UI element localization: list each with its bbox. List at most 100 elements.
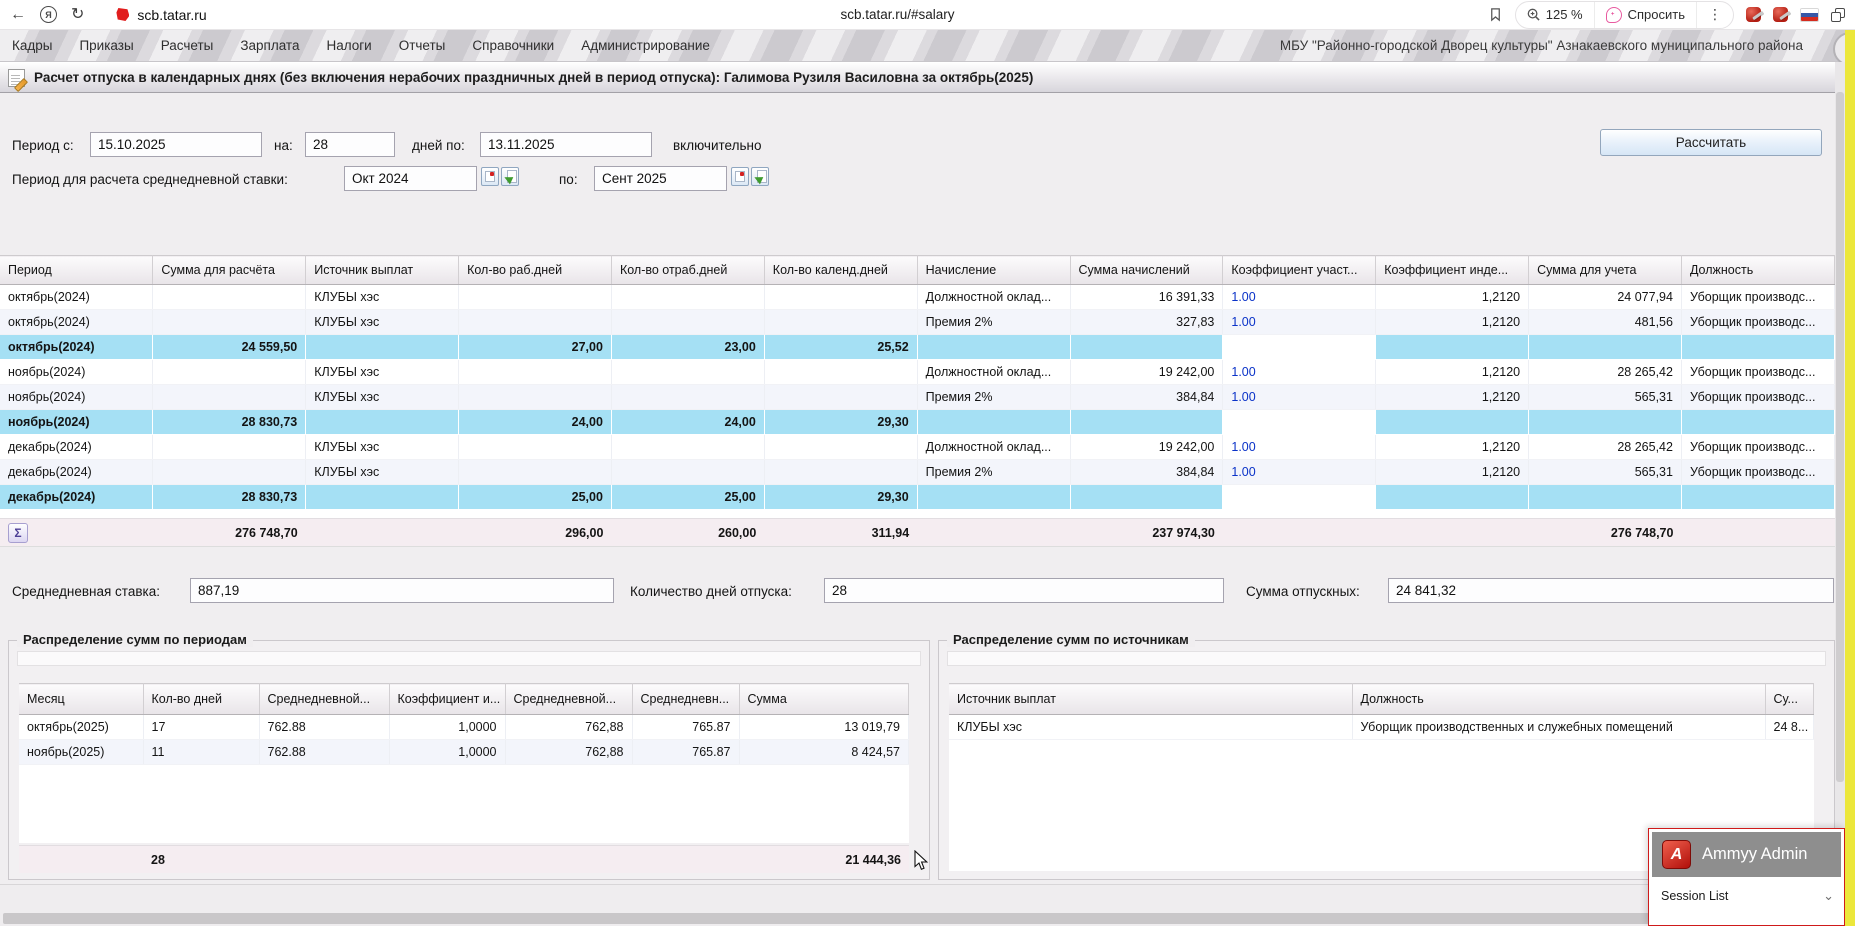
menu-item-prikazy[interactable]: Приказы <box>79 38 133 53</box>
period-from-input[interactable] <box>90 132 262 157</box>
table-cell <box>153 360 306 385</box>
column-header[interactable]: Среднедневной... <box>505 684 632 715</box>
vacation-days-input[interactable] <box>824 578 1224 603</box>
column-header[interactable]: Коэффициент участ... <box>1223 256 1376 285</box>
table-row[interactable]: ноябрь(2024)КЛУБЫ хэсПремия 2%384,841.00… <box>0 385 1835 410</box>
address-chip[interactable]: scb.tatar.ru <box>116 7 206 23</box>
column-header[interactable]: Кол-во дней <box>143 684 259 715</box>
menu-item-zarplata[interactable]: Зарплата <box>240 38 299 53</box>
column-header[interactable]: Источник выплат <box>949 684 1352 715</box>
column-header[interactable]: Кол-во отраб.дней <box>611 256 764 285</box>
column-header[interactable]: Среднедневной... <box>259 684 389 715</box>
table-cell: Премия 2% <box>917 385 1070 410</box>
table-row[interactable]: КЛУБЫ хэсУборщик производственных и служ… <box>949 715 1814 740</box>
inclusive-label: включительно <box>673 138 761 153</box>
column-header[interactable]: Кол-во календ.дней <box>764 256 917 285</box>
table-cell <box>611 385 764 410</box>
vertical-scrollbar[interactable] <box>1835 62 1845 926</box>
sum-sigma-button[interactable]: Σ <box>8 523 28 543</box>
period-to-input[interactable] <box>480 132 652 157</box>
menu-item-nalogi[interactable]: Налоги <box>326 38 371 53</box>
calendar-icon-2[interactable] <box>731 167 749 186</box>
table-row[interactable]: декабрь(2024)28 830,7325,0025,0029,30 <box>0 485 1835 510</box>
column-header[interactable]: Источник выплат <box>306 256 459 285</box>
document-title-bar: Расчет отпуска в календарных днях (без в… <box>0 62 1855 93</box>
table-row[interactable]: ноябрь(2025)11762.881,0000762,88765.878 … <box>19 740 909 765</box>
column-header[interactable]: Среднедневн... <box>632 684 739 715</box>
days-count-input[interactable] <box>305 132 395 157</box>
table-row[interactable]: октябрь(2025)17762.881,0000762,88765.871… <box>19 715 909 740</box>
extension-seal-icon-2[interactable] <box>1773 7 1788 22</box>
column-header[interactable]: Сумма для расчёта <box>153 256 306 285</box>
table-cell: 28 830,73 <box>153 485 306 510</box>
back-icon[interactable]: ← <box>10 7 26 23</box>
menu-item-kadry[interactable]: Кадры <box>12 38 52 53</box>
column-header[interactable]: Месяц <box>19 684 143 715</box>
ammyy-logo-icon: A <box>1662 840 1691 869</box>
avg-from-input[interactable] <box>344 166 477 191</box>
column-header[interactable]: Сумма для учета <box>1529 256 1682 285</box>
ask-alice-button[interactable]: Спросить <box>1594 2 1696 28</box>
table-row[interactable]: октябрь(2024)КЛУБЫ хэсДолжностной оклад.… <box>0 285 1835 310</box>
menu-item-administrirovanie[interactable]: Администрирование <box>581 38 710 53</box>
column-header[interactable]: Сумма начислений <box>1070 256 1223 285</box>
zoom-level-button[interactable]: 125 % <box>1516 2 1594 28</box>
table-row[interactable]: декабрь(2024)КЛУБЫ хэсДолжностной оклад.… <box>0 435 1835 460</box>
table-cell: КЛУБЫ хэс <box>306 435 459 460</box>
column-header[interactable]: Начисление <box>917 256 1070 285</box>
table-row[interactable]: октябрь(2024)24 559,5027,0023,0025,52 <box>0 335 1835 360</box>
table-cell <box>306 410 459 435</box>
table-row[interactable]: октябрь(2024)КЛУБЫ хэсПремия 2%327,831.0… <box>0 310 1835 335</box>
vertical-scrollbar-thumb[interactable] <box>1836 92 1844 782</box>
table-cell: октябрь(2024) <box>0 285 153 310</box>
alice-sparkle-icon <box>1606 7 1622 23</box>
column-header[interactable]: Сумма <box>739 684 909 715</box>
column-header[interactable]: Должность <box>1352 684 1765 715</box>
menu-item-raschety[interactable]: Расчеты <box>161 38 214 53</box>
horizontal-scrollbar[interactable] <box>3 913 1833 924</box>
na-label: на: <box>274 138 293 153</box>
reload-icon[interactable]: ↻ <box>71 7 84 23</box>
column-header[interactable]: Коэффициент инде... <box>1376 256 1529 285</box>
sources-panel-inset <box>947 651 1826 666</box>
table-cell: 19 242,00 <box>1070 360 1223 385</box>
table-cell: 296,00 <box>459 519 612 547</box>
table-cell: КЛУБЫ хэс <box>306 310 459 335</box>
column-header[interactable]: Су... <box>1765 684 1814 715</box>
table-row[interactable]: ноябрь(2024)28 830,7324,0024,0029,30 <box>0 410 1835 435</box>
calculate-button[interactable]: Рассчитать <box>1600 129 1822 156</box>
tab-panel-icon[interactable] <box>1831 8 1845 22</box>
vacation-sum-input[interactable] <box>1388 578 1834 603</box>
apply-period-icon-2[interactable] <box>751 167 769 186</box>
avg-rate-input[interactable] <box>190 578 614 603</box>
table-row[interactable]: декабрь(2024)КЛУБЫ хэсПремия 2%384,841.0… <box>0 460 1835 485</box>
bookmark-icon[interactable] <box>1488 7 1503 22</box>
ammyy-session-list-item[interactable]: Session List ⌄ <box>1649 877 1844 904</box>
table-cell <box>306 485 459 510</box>
table-row[interactable]: ноябрь(2024)КЛУБЫ хэсДолжностной оклад..… <box>0 360 1835 385</box>
document-edit-icon <box>8 69 25 87</box>
extension-seal-icon[interactable] <box>1746 7 1761 22</box>
calendar-icon[interactable] <box>481 167 499 186</box>
table-cell <box>459 460 612 485</box>
browser-menu-icon[interactable]: ⋮ <box>1696 2 1733 28</box>
yandex-icon[interactable]: Я <box>40 6 57 23</box>
table-cell: 24 559,50 <box>153 335 306 360</box>
table-cell: 311,94 <box>764 519 917 547</box>
ammyy-title-bar[interactable]: A Ammyy Admin <box>1652 832 1841 877</box>
column-header[interactable]: Период <box>0 256 153 285</box>
table-cell <box>306 519 459 547</box>
menu-item-spravochniki[interactable]: Справочники <box>472 38 554 53</box>
column-header[interactable]: Кол-во раб.дней <box>459 256 612 285</box>
calculation-grid: ПериодСумма для расчётаИсточник выплатКо… <box>0 255 1835 546</box>
table-cell <box>1070 485 1223 510</box>
russian-flag-icon[interactable] <box>1800 8 1819 22</box>
header-row: Источник выплатДолжностьСу... <box>949 684 1814 715</box>
column-header[interactable]: Должность <box>1681 256 1834 285</box>
periods-panel-title: Распределение сумм по периодам <box>17 632 253 647</box>
apply-period-icon[interactable] <box>501 167 519 186</box>
column-header[interactable]: Коэффициент и... <box>389 684 505 715</box>
menu-item-otchety[interactable]: Отчеты <box>399 38 446 53</box>
avg-to-input[interactable] <box>594 166 727 191</box>
table-cell <box>459 385 612 410</box>
